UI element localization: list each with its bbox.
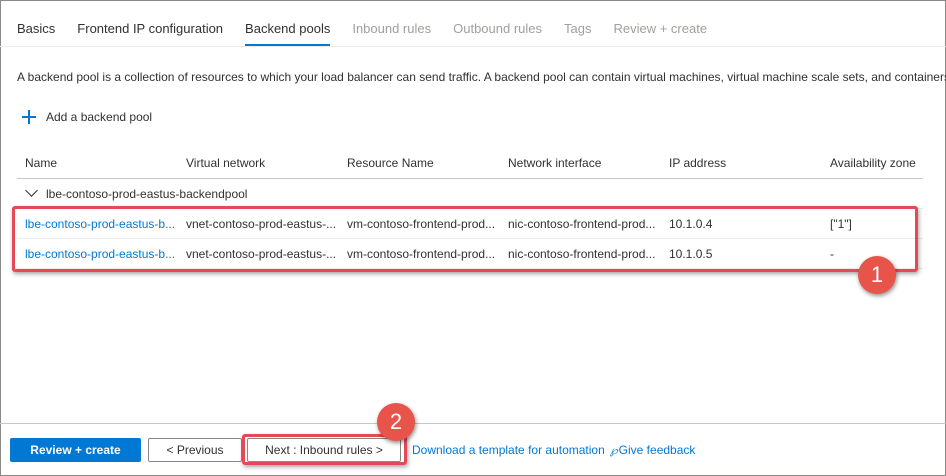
add-backend-pool-label: Add a backend pool xyxy=(46,110,153,124)
column-header-virtual-network[interactable]: Virtual network xyxy=(178,148,339,178)
chevron-down-icon[interactable] xyxy=(26,186,36,196)
column-header-name[interactable]: Name xyxy=(17,148,178,178)
network-interface-cell: nic-contoso-frontend-prod... xyxy=(508,217,656,231)
plus-icon xyxy=(22,110,36,124)
tab-backend-pools[interactable]: Backend pools xyxy=(245,21,331,46)
table-row: lbe-contoso-prod-eastus-b... vnet-contos… xyxy=(17,209,923,239)
review-create-button[interactable]: Review + create xyxy=(10,438,141,462)
tab-outbound-rules[interactable]: Outbound rules xyxy=(453,21,542,45)
column-header-ip-address[interactable]: IP address xyxy=(661,148,822,178)
tabs-divider xyxy=(0,46,946,47)
backend-pools-table: Name Virtual network Resource Name Netwo… xyxy=(17,148,923,269)
callout-badge-2: 2 xyxy=(377,403,415,441)
backend-pool-group-row[interactable]: lbe-contoso-prod-eastus-backendpool xyxy=(17,179,923,209)
tab-review-create[interactable]: Review + create xyxy=(613,21,707,45)
column-header-resource-name[interactable]: Resource Name xyxy=(339,148,500,178)
table-row: lbe-contoso-prod-eastus-b... vnet-contos… xyxy=(17,239,923,269)
ip-address-cell: 10.1.0.5 xyxy=(669,247,713,261)
next-inbound-rules-button[interactable]: Next : Inbound rules > xyxy=(247,438,401,462)
column-header-availability-zone[interactable]: Availability zone xyxy=(822,148,923,178)
callout-badge-1: 1 xyxy=(858,256,896,294)
footer-divider xyxy=(0,423,946,424)
wizard-tabs: Basics Frontend IP configuration Backend… xyxy=(17,21,729,46)
give-feedback-link[interactable]: ℘ Give feedback xyxy=(610,443,695,457)
give-feedback-label: Give feedback xyxy=(618,443,696,457)
virtual-network-cell: vnet-contoso-prod-eastus-... xyxy=(186,217,337,231)
add-backend-pool-button[interactable]: Add a backend pool xyxy=(22,110,152,124)
tab-inbound-rules[interactable]: Inbound rules xyxy=(352,21,431,45)
ip-address-cell: 10.1.0.4 xyxy=(669,217,713,231)
previous-button[interactable]: < Previous xyxy=(148,438,242,462)
pool-name-link[interactable]: lbe-contoso-prod-eastus-b... xyxy=(17,239,178,268)
download-template-link[interactable]: Download a template for automation xyxy=(412,443,605,457)
resource-name-cell: vm-contoso-frontend-prod... xyxy=(347,247,496,261)
column-header-network-interface[interactable]: Network interface xyxy=(500,148,661,178)
tab-frontend-ip-configuration[interactable]: Frontend IP configuration xyxy=(77,21,223,45)
feedback-icon: ℘ xyxy=(610,444,618,457)
page-description: A backend pool is a collection of resour… xyxy=(17,70,946,84)
tab-tags[interactable]: Tags xyxy=(564,21,591,45)
network-interface-cell: nic-contoso-frontend-prod... xyxy=(508,247,656,261)
virtual-network-cell: vnet-contoso-prod-eastus-... xyxy=(186,247,337,261)
table-header: Name Virtual network Resource Name Netwo… xyxy=(17,148,923,179)
resource-name-cell: vm-contoso-frontend-prod... xyxy=(347,217,496,231)
backend-pool-group-label: lbe-contoso-prod-eastus-backendpool xyxy=(46,186,248,201)
availability-zone-cell: ["1"] xyxy=(830,217,852,231)
pool-name-link[interactable]: lbe-contoso-prod-eastus-b... xyxy=(17,209,178,238)
tab-basics[interactable]: Basics xyxy=(17,21,55,45)
